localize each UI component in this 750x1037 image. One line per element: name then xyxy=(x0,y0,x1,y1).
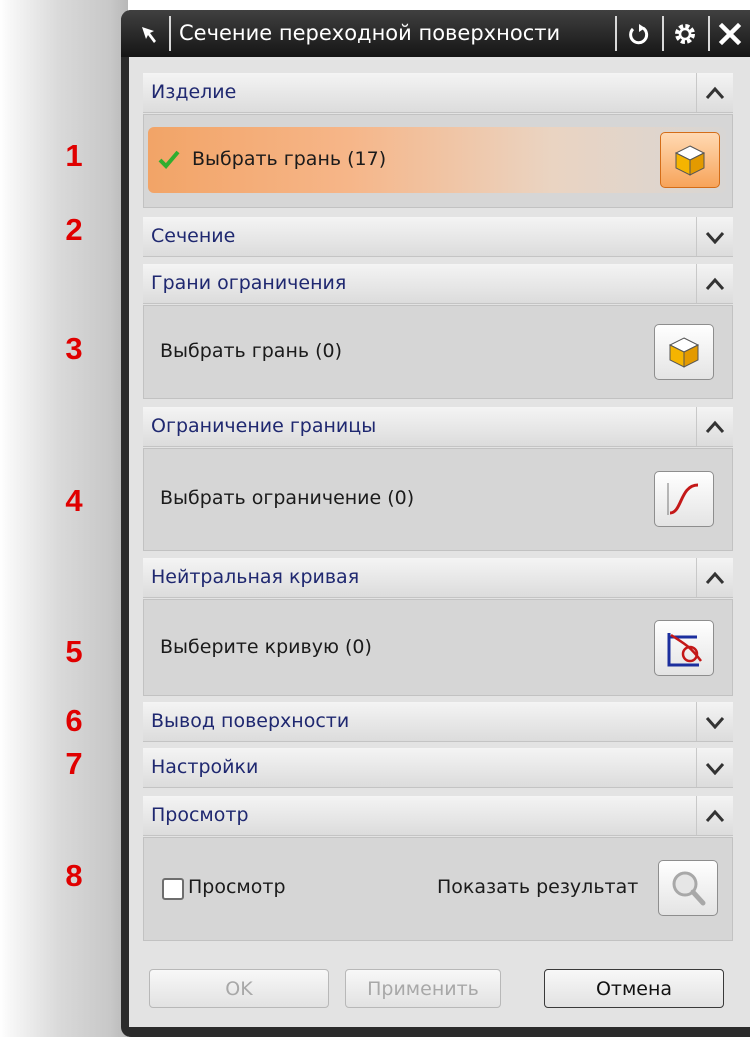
step-number-8: 8 xyxy=(65,858,83,893)
step-number-7: 7 xyxy=(65,746,83,781)
section-header-label: Просмотр xyxy=(151,804,249,826)
select-limit-button[interactable] xyxy=(654,471,714,527)
section-panel-preview: Просмотр Показать результат xyxy=(143,837,733,941)
chevron-up-icon[interactable] xyxy=(696,407,733,446)
section-header-boundary-limit[interactable]: Ограничение границы xyxy=(143,407,733,447)
section-panel-neutral-curve: Выберите кривую (0) xyxy=(143,599,733,696)
preview-checkbox-label: Просмотр xyxy=(188,876,286,898)
step-number-4: 4 xyxy=(65,483,83,518)
step-number-5: 5 xyxy=(65,634,83,669)
section-header-label: Вывод поверхности xyxy=(151,710,350,732)
chevron-up-icon[interactable] xyxy=(696,73,733,112)
section-header-surface-output[interactable]: Вывод поверхности xyxy=(143,702,733,742)
select-curve-label: Выберите кривую (0) xyxy=(160,636,372,658)
gear-icon[interactable] xyxy=(665,10,705,57)
select-face-button[interactable] xyxy=(654,324,714,380)
close-icon[interactable] xyxy=(711,10,749,57)
section-header-limit-faces[interactable]: Грани ограничения xyxy=(143,264,733,304)
apply-button[interactable]: Применить xyxy=(345,969,501,1008)
cube-icon xyxy=(668,337,700,368)
title-bar[interactable]: Сечение переходной поверхности xyxy=(121,10,750,57)
chevron-down-icon[interactable] xyxy=(696,702,733,741)
section-header-section[interactable]: Сечение xyxy=(143,217,733,257)
select-face-label: Выбрать грань (17) xyxy=(192,148,387,170)
step-number-1: 1 xyxy=(65,138,83,173)
chevron-up-icon[interactable] xyxy=(696,796,733,835)
section-header-preview[interactable]: Просмотр xyxy=(143,796,733,836)
section-panel-boundary-limit: Выбрать ограничение (0) xyxy=(143,448,733,551)
chevron-up-icon[interactable] xyxy=(696,558,733,597)
section-header-label: Грани ограничения xyxy=(151,272,347,294)
section-panel-limit-faces: Выбрать грань (0) xyxy=(143,305,733,399)
step-number-2: 2 xyxy=(65,212,83,247)
step-number-6: 6 xyxy=(65,703,83,738)
select-limit-label: Выбрать ограничение (0) xyxy=(160,487,415,509)
section-header-label: Ограничение границы xyxy=(151,415,377,437)
select-curve-button[interactable] xyxy=(654,620,714,676)
cancel-button[interactable]: Отмена xyxy=(544,969,724,1008)
check-icon xyxy=(158,149,180,173)
show-result-label: Показать результат xyxy=(437,876,639,898)
select-face-label: Выбрать грань (0) xyxy=(160,340,343,362)
step-number-3: 3 xyxy=(65,331,83,366)
section-header-label: Сечение xyxy=(151,225,236,247)
select-face-button[interactable] xyxy=(660,132,720,188)
pin-icon[interactable] xyxy=(131,10,167,57)
section-header-label: Нейтральная кривая xyxy=(151,566,360,588)
magnifier-icon xyxy=(672,871,706,906)
section-header-label: Изделие xyxy=(151,81,237,103)
curve-icon xyxy=(667,483,699,515)
section-header-product[interactable]: Изделие xyxy=(143,73,733,113)
chevron-down-icon[interactable] xyxy=(696,748,733,787)
reset-icon[interactable] xyxy=(619,10,659,57)
dialog-title: Сечение переходной поверхности xyxy=(179,21,561,45)
show-result-button[interactable] xyxy=(658,860,718,916)
dialog-body: Изделие Выбрать грань (17) Сечение Грани… xyxy=(129,57,750,1027)
selection-highlight-row[interactable]: Выбрать грань (17) xyxy=(148,127,726,193)
ok-button[interactable]: OK xyxy=(149,969,329,1008)
preview-checkbox[interactable] xyxy=(162,878,184,900)
section-header-label: Настройки xyxy=(151,756,259,778)
neutral-curve-icon xyxy=(667,633,702,667)
section-panel-product: Выбрать грань (17) xyxy=(143,114,733,208)
section-header-neutral-curve[interactable]: Нейтральная кривая xyxy=(143,558,733,598)
chevron-up-icon[interactable] xyxy=(696,264,733,303)
dialog-window: Сечение переходной поверхности Изделие В… xyxy=(121,10,750,1037)
chevron-down-icon[interactable] xyxy=(696,217,733,256)
cube-icon xyxy=(674,145,706,176)
section-header-settings[interactable]: Настройки xyxy=(143,748,733,788)
